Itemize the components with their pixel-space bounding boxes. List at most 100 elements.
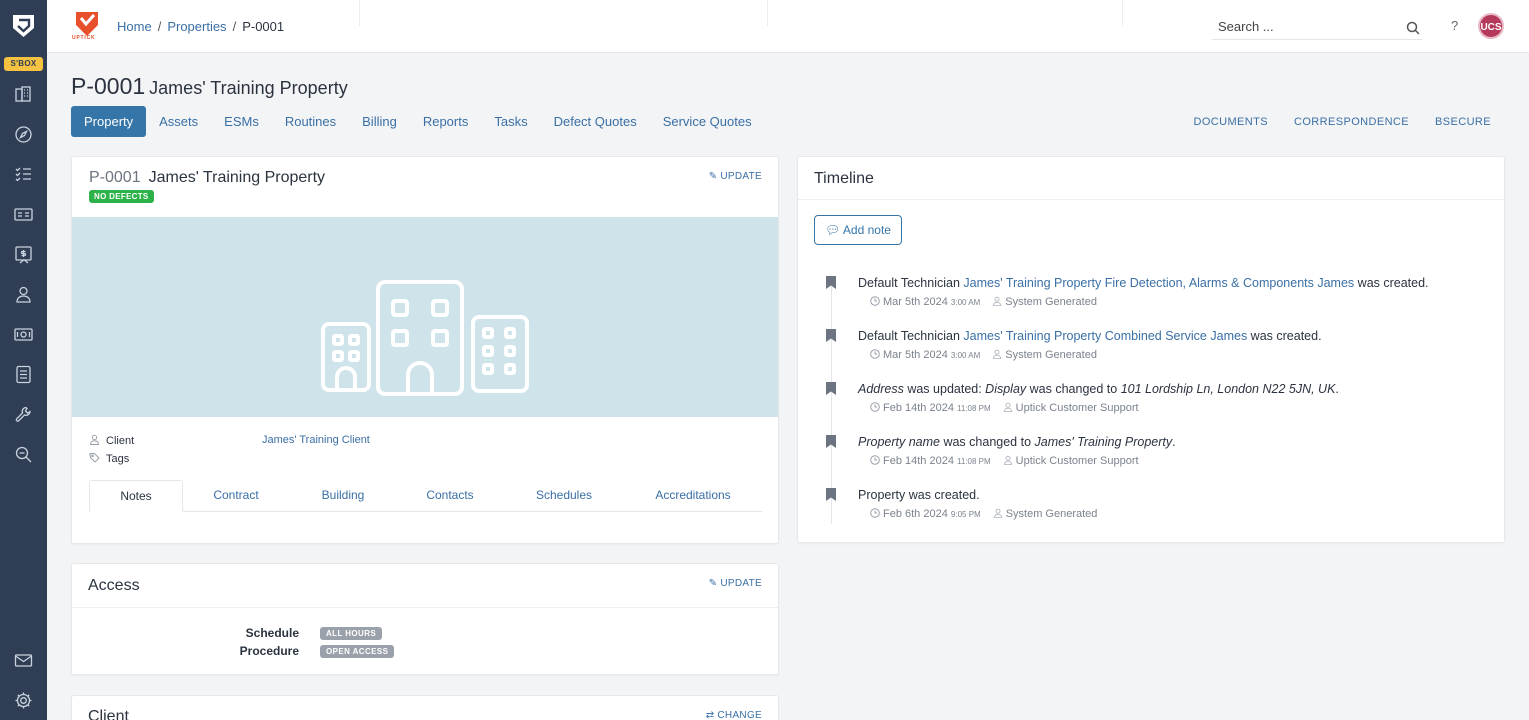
search-placeholder: Search ... bbox=[1218, 19, 1274, 34]
user-icon bbox=[993, 349, 1002, 360]
property-tabs: Property Assets ESMs Routines Billing Re… bbox=[71, 106, 765, 137]
id-card-icon[interactable] bbox=[13, 204, 34, 225]
checklist-icon[interactable] bbox=[13, 164, 34, 185]
timeline-text: Default Technician bbox=[858, 329, 964, 343]
change-label: CHANGE bbox=[717, 710, 762, 720]
subtab-accreditations[interactable]: Accreditations bbox=[641, 480, 745, 512]
tab-defect-quotes[interactable]: Defect Quotes bbox=[541, 106, 650, 137]
top-bar: UPTICK Home / Properties / P-0001 Search ...… bbox=[47, 0, 1529, 53]
property-heading: P-0001 James' Training Property bbox=[89, 169, 325, 187]
timeline-text: was created. bbox=[1247, 329, 1322, 343]
timeline-text: was updated: bbox=[903, 382, 986, 396]
timeline-item-text: Default Technician James' Training Prope… bbox=[858, 276, 1429, 290]
timeline-user: System Generated bbox=[1005, 508, 1098, 520]
timeline-meta: Feb 14th 2024 11:08 PM Uptick Customer Su… bbox=[870, 402, 1139, 414]
timeline-link[interactable]: James' Training Property bbox=[963, 329, 1101, 343]
timeline-link[interactable]: James bbox=[1210, 329, 1247, 343]
timeline-link[interactable]: Combined Service bbox=[1105, 329, 1207, 343]
app-logo-icon[interactable] bbox=[12, 14, 35, 38]
page-title: P-0001 James' Training Property bbox=[71, 73, 348, 100]
timeline-meta: Feb 6th 2024 9:05 PM System Generated bbox=[870, 508, 1097, 520]
help-icon[interactable]: ? bbox=[1451, 18, 1458, 33]
tab-service-quotes[interactable]: Service Quotes bbox=[650, 106, 765, 137]
timeline-subfield: Display bbox=[985, 382, 1027, 396]
client-title: Client bbox=[88, 708, 129, 720]
breadcrumb-home[interactable]: Home bbox=[117, 19, 152, 34]
breadcrumb-current: P-0001 bbox=[242, 19, 285, 34]
client-row: Client bbox=[89, 434, 134, 447]
clock-icon bbox=[870, 455, 880, 465]
change-client-button[interactable]: ⇄ CHANGE bbox=[706, 710, 762, 720]
defects-badge: NO DEFECTS bbox=[89, 190, 154, 203]
subtab-notes[interactable]: Notes bbox=[89, 480, 183, 512]
compass-icon[interactable] bbox=[13, 124, 34, 145]
bookmark-icon bbox=[826, 382, 836, 395]
breadcrumb-properties[interactable]: Properties bbox=[167, 19, 226, 34]
documents-link[interactable]: DOCUMENTS bbox=[1194, 116, 1269, 128]
clock-icon bbox=[870, 508, 880, 518]
tab-reports[interactable]: Reports bbox=[410, 106, 482, 137]
bookmark-icon bbox=[826, 329, 836, 342]
procedure-badge: OPEN ACCESS bbox=[320, 645, 395, 658]
timeline-meta: Mar 5th 2024 3:00 AM System Generated bbox=[870, 349, 1097, 361]
timeline-item-text: Default Technician James' Training Prope… bbox=[858, 329, 1322, 343]
timeline-time: 3:00 AM bbox=[950, 351, 981, 360]
invoice-icon[interactable] bbox=[13, 244, 34, 265]
bsecure-link[interactable]: BSECURE bbox=[1435, 116, 1491, 128]
avatar[interactable]: UCS bbox=[1478, 13, 1504, 39]
timeline-item-text: Property name was changed to James' Trai… bbox=[858, 435, 1176, 449]
subtab-schedules[interactable]: Schedules bbox=[519, 480, 609, 512]
timeline-user: Uptick Customer Support bbox=[1015, 402, 1139, 414]
update-label: UPDATE bbox=[720, 171, 762, 182]
timeline-date: Feb 14th 2024 bbox=[883, 402, 954, 414]
timeline-link[interactable]: James' Training Property bbox=[963, 276, 1101, 290]
divider bbox=[767, 0, 768, 26]
tab-assets[interactable]: Assets bbox=[146, 106, 211, 137]
divider bbox=[1122, 0, 1123, 26]
client-link[interactable]: James' Training Client bbox=[262, 434, 370, 446]
timeline-text: was changed to bbox=[1026, 382, 1121, 396]
correspondence-link[interactable]: CORRESPONDENCE bbox=[1294, 116, 1409, 128]
divider bbox=[72, 607, 778, 608]
search-doc-icon[interactable] bbox=[13, 444, 34, 465]
wrench-icon[interactable] bbox=[13, 404, 34, 425]
divider bbox=[359, 0, 360, 26]
subtab-building[interactable]: Building bbox=[303, 480, 383, 512]
comment-icon: 💬︎ bbox=[825, 223, 843, 237]
tab-tasks[interactable]: Tasks bbox=[481, 106, 540, 137]
procedure-label: Procedure bbox=[239, 644, 299, 658]
add-note-button[interactable]: 💬︎ Add note bbox=[814, 215, 902, 245]
tab-esms[interactable]: ESMs bbox=[211, 106, 272, 137]
timeline-link[interactable]: Fire Detection, Alarms & Components bbox=[1105, 276, 1314, 290]
tab-billing[interactable]: Billing bbox=[349, 106, 410, 137]
pencil-icon: ✎ bbox=[708, 171, 718, 182]
timeline-value: James' Training Property bbox=[1034, 435, 1173, 449]
timeline-text: was changed to bbox=[939, 435, 1035, 449]
swap-icon: ⇄ bbox=[705, 710, 715, 720]
update-property-button[interactable]: ✎ UPDATE bbox=[709, 171, 762, 182]
search-input[interactable]: Search ... bbox=[1212, 12, 1422, 40]
timeline-card: Timeline 💬︎ Add note Default Technician … bbox=[797, 156, 1505, 543]
timeline-meta: Mar 5th 2024 3:00 AM System Generated bbox=[870, 296, 1097, 308]
file-icon[interactable] bbox=[13, 364, 34, 385]
timeline-text: . bbox=[1335, 382, 1339, 396]
timeline-link[interactable]: James bbox=[1317, 276, 1354, 290]
buildings-icon bbox=[321, 280, 529, 396]
settings-icon[interactable] bbox=[13, 690, 34, 711]
subtab-contract[interactable]: Contract bbox=[195, 480, 277, 512]
mail-icon[interactable] bbox=[13, 650, 34, 671]
property-icon[interactable] bbox=[13, 84, 34, 105]
update-access-button[interactable]: ✎ UPDATE bbox=[709, 578, 762, 589]
timeline-user: System Generated bbox=[1005, 349, 1097, 361]
search-icon[interactable] bbox=[1406, 21, 1420, 35]
page-title-code: P-0001 bbox=[71, 73, 146, 99]
tab-routines[interactable]: Routines bbox=[272, 106, 349, 137]
subtab-contacts[interactable]: Contacts bbox=[409, 480, 491, 512]
money-icon[interactable] bbox=[13, 324, 34, 345]
brand-text: UPTICK bbox=[72, 35, 96, 41]
tab-property[interactable]: Property bbox=[71, 106, 147, 137]
update-label: UPDATE bbox=[720, 578, 762, 589]
timeline-time: 9:05 PM bbox=[950, 510, 981, 519]
clock-icon bbox=[870, 402, 880, 412]
user-icon[interactable] bbox=[13, 284, 34, 305]
